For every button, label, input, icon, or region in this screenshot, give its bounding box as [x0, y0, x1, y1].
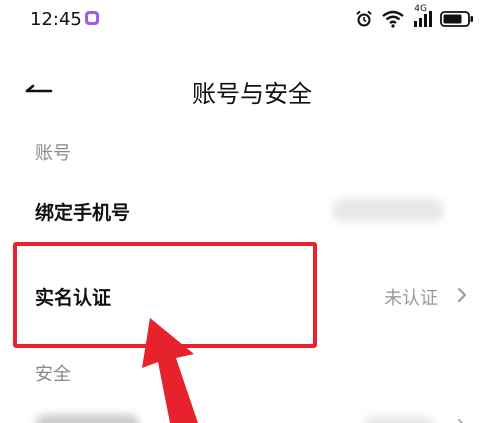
- security-partial-row[interactable]: [0, 400, 504, 423]
- section-label-account: 账号: [35, 143, 71, 164]
- highlight-box: [13, 242, 317, 348]
- redacted-phone-number: [332, 198, 444, 222]
- wifi-icon: [382, 10, 404, 28]
- redacted-security-value: [364, 416, 434, 423]
- chevron-right-icon: [458, 419, 464, 423]
- app-notification-icon: [85, 11, 99, 25]
- page-title: 账号与安全: [192, 80, 312, 108]
- page-header: 账号与安全: [0, 60, 504, 120]
- verification-status: 未认证: [384, 288, 438, 309]
- bind-phone-label: 绑定手机号: [35, 202, 131, 224]
- section-label-security: 安全: [35, 364, 71, 385]
- redacted-security-label: [35, 414, 140, 423]
- battery-icon: [440, 10, 474, 28]
- alarm-icon: [354, 9, 374, 29]
- chevron-right-icon: [458, 288, 466, 302]
- signal-icon: [412, 10, 432, 28]
- bind-phone-row[interactable]: 绑定手机号: [0, 180, 504, 240]
- status-bar: 12:45 4G: [0, 0, 504, 40]
- status-icons: [354, 8, 474, 30]
- status-time: 12:45: [30, 9, 82, 30]
